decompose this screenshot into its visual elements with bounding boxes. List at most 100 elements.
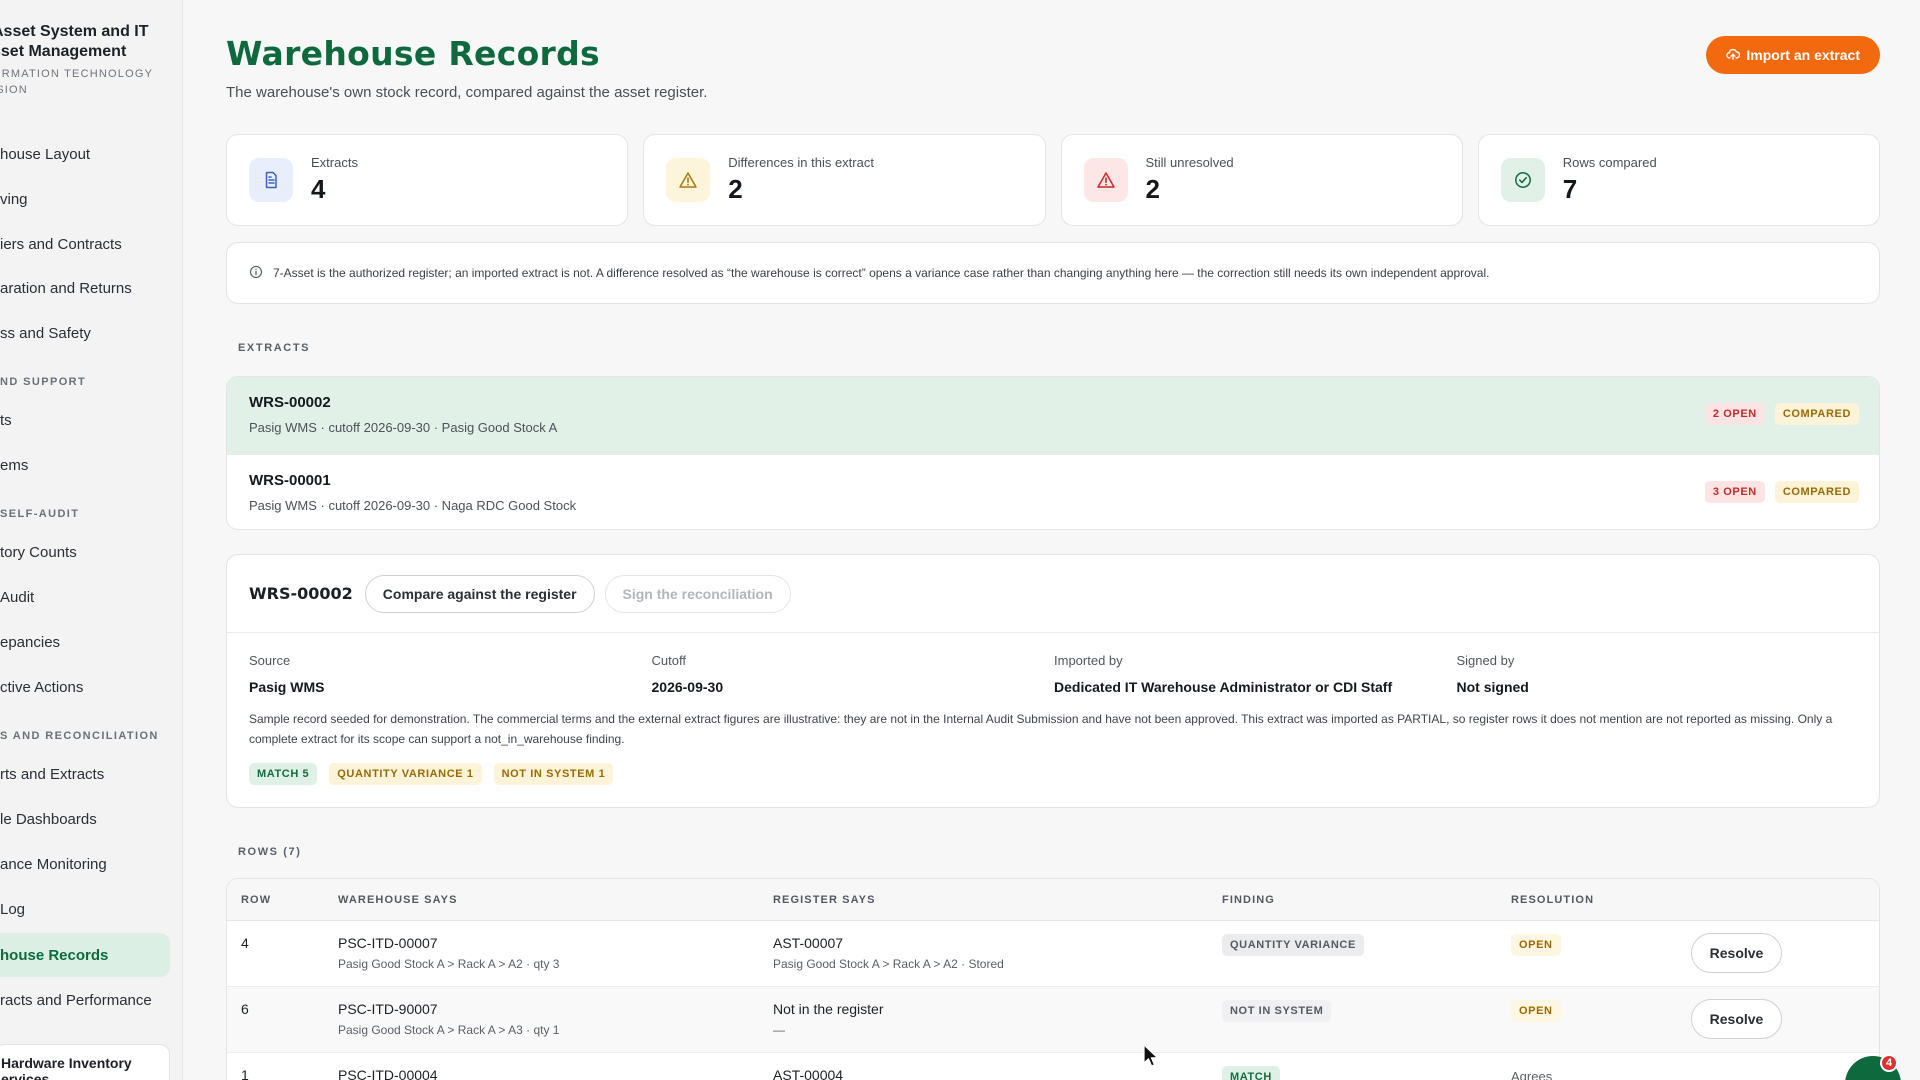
field-value: Dedicated IT Warehouse Administrator or …	[1054, 679, 1393, 695]
brand: Asset System and IT sset Management orma…	[0, 22, 182, 98]
stats-row: Extracts 4 Differences in this extract 2…	[226, 134, 1880, 226]
finding-badge: NOT IN SYSTEM	[1222, 1000, 1332, 1022]
sidebar-item-role-dashboards[interactable]: le Dashboards	[0, 797, 170, 841]
brand-subtitle-line-1: ormation technology	[0, 68, 154, 80]
table-row: 1 PSC-ITD-00004 AST-00004 MATCH Agrees	[227, 1053, 1879, 1080]
sidebar-item-inventory-counts[interactable]: tory Counts	[0, 530, 170, 574]
stat-card-rows-compared: Rows compared 7	[1477, 134, 1880, 226]
extract-row-wrs-00001[interactable]: WRS-00001 Pasig WMS · cutoff 2026-09-30 …	[227, 454, 1879, 529]
open-count-badge: 3 OPEN	[1704, 481, 1765, 503]
stat-label: Extracts	[311, 155, 358, 170]
import-extract-button[interactable]: Import an extract	[1706, 36, 1880, 74]
alert-icon	[1083, 158, 1128, 202]
sidebar-item-audit[interactable]: Audit	[0, 575, 170, 619]
finding-summary-badges: MATCH 5 QUANTITY VARIANCE 1 NOT IN SYSTE…	[249, 763, 614, 785]
warehouse-cell: PSC-ITD-00004	[338, 1067, 438, 1080]
register-cell: Not in the register —	[773, 1001, 884, 1037]
warehouse-item-location: Pasig Good Stock A > Rack A > A2 · qty 3	[338, 957, 560, 971]
sidebar-item-contracts-performance[interactable]: racts and Performance	[0, 978, 170, 1022]
detail-extract-id: WRS-00002	[249, 584, 353, 603]
stat-label: Differences in this extract	[728, 155, 874, 170]
register-asset-id: AST-00007	[773, 935, 844, 951]
sidebar-group-support: ND SUPPORT	[0, 376, 87, 388]
extract-row-wrs-00002[interactable]: WRS-00002 Pasig WMS · cutoff 2026-09-30 …	[227, 377, 1879, 454]
stat-label: Rows compared	[1562, 155, 1657, 170]
sidebar-item-corrective-actions[interactable]: ctive Actions	[0, 665, 170, 709]
sidebar-bottom-card-subtitle: ervices	[1, 1071, 50, 1080]
sidebar-item-reports-extracts[interactable]: rts and Extracts	[0, 752, 170, 796]
row-number: 4	[241, 935, 249, 951]
page-title: Warehouse Records	[226, 34, 600, 73]
table-row: 4 PSC-ITD-00007 Pasig Good Stock A > Rac…	[227, 921, 1879, 987]
warehouse-item-id: PSC-ITD-90007	[338, 1001, 438, 1017]
compare-register-button[interactable]: Compare against the register	[364, 574, 595, 613]
column-header-resolution: RESOLUTION	[1511, 894, 1595, 906]
upload-cloud-icon	[1726, 47, 1741, 64]
sidebar-group-reconciliation: S AND RECONCILIATION	[0, 730, 159, 742]
extract-id: WRS-00002	[249, 394, 331, 411]
status-badge: COMPARED	[1774, 481, 1859, 503]
sidebar-item-suppliers-contracts[interactable]: iers and Contracts	[0, 222, 170, 266]
register-asset-location: Pasig Good Stock A > Rack A > A2 · Store…	[773, 957, 1004, 971]
sidebar-item-compliance-monitoring[interactable]: ance Monitoring	[0, 842, 170, 886]
stat-value: 2	[728, 174, 743, 204]
status-badge: COMPARED	[1774, 403, 1859, 425]
resolve-button[interactable]: Resolve	[1691, 933, 1782, 973]
import-extract-label: Import an extract	[1746, 47, 1860, 63]
sidebar-item-requests[interactable]: ts	[0, 398, 170, 442]
register-asset-id: Not in the register	[773, 1001, 884, 1017]
warning-icon	[666, 158, 711, 202]
stat-value: 2	[1145, 174, 1160, 204]
sidebar-item-discrepancies[interactable]: epancies	[0, 620, 170, 664]
sidebar-bottom-card-title: Hardware Inventory	[1, 1055, 132, 1071]
table-header	[227, 879, 1879, 921]
sidebar: Asset System and IT sset Management orma…	[0, 0, 183, 1080]
sidebar-item-warehouse-layout[interactable]: house Layout	[0, 132, 170, 176]
register-asset-id: AST-00004	[773, 1067, 844, 1080]
sidebar-item-warehouse-records[interactable]: house Records	[0, 933, 170, 977]
not-in-system-badge: NOT IN SYSTEM 1	[493, 763, 614, 785]
resolution-cell: OPEN	[1511, 1000, 1561, 1022]
stat-card-extracts: Extracts 4	[226, 134, 629, 226]
detail-fields: Source Pasig WMS Cutoff 2026-09-30 Impor…	[249, 653, 1859, 695]
sign-reconciliation-button[interactable]: Sign the reconciliation	[604, 574, 791, 613]
finding-cell: MATCH	[1222, 1066, 1280, 1080]
detail-note: Sample record seeded for demonstration. …	[249, 712, 1833, 746]
warehouse-item-id: PSC-ITD-00007	[338, 935, 438, 951]
info-notice-text: 7-Asset is the authorized register; an i…	[273, 266, 1490, 280]
sidebar-item-preparation-returns[interactable]: aration and Returns	[0, 266, 170, 310]
register-cell: AST-00007 Pasig Good Stock A > Rack A > …	[773, 935, 1004, 971]
resolution-text: Agrees	[1511, 1069, 1553, 1080]
register-cell: AST-00004	[773, 1067, 843, 1080]
stat-card-unresolved: Still unresolved 2	[1060, 134, 1463, 226]
sidebar-item-access-safety[interactable]: ss and Safety	[0, 311, 170, 355]
finding-badge: QUANTITY VARIANCE	[1222, 934, 1364, 956]
field-value: Pasig WMS	[249, 679, 325, 695]
finding-cell: NOT IN SYSTEM	[1222, 1000, 1332, 1022]
match-count-badge: MATCH 5	[249, 763, 318, 785]
resolution-cell: OPEN	[1511, 934, 1561, 956]
resolve-button[interactable]: Resolve	[1691, 999, 1782, 1039]
stat-value: 7	[1562, 174, 1578, 204]
sidebar-item-log[interactable]: Log	[0, 887, 170, 931]
sidebar-bottom-card[interactable]: Hardware Inventory ervices	[0, 1044, 170, 1080]
page-subtitle: The warehouse's own stock record, compar…	[226, 84, 708, 101]
field-value: 2026-09-30	[651, 679, 724, 695]
extract-detail-header: WRS-00002 Compare against the register S…	[227, 555, 1879, 633]
table-row: 6 PSC-ITD-90007 Pasig Good Stock A > Rac…	[227, 987, 1879, 1053]
document-icon	[249, 158, 293, 202]
stat-value: 4	[311, 174, 326, 204]
field-cutoff: Cutoff 2026-09-30	[652, 653, 1055, 695]
info-notice: 7-Asset is the authorized register; an i…	[226, 242, 1880, 304]
brand-title-line-1: Asset System and IT	[0, 23, 149, 40]
field-label: Signed by	[1456, 653, 1515, 668]
extracts-section-label: EXTRACTS	[238, 342, 311, 354]
sidebar-item-receiving[interactable]: ving	[0, 177, 170, 221]
extract-meta: Pasig WMS · cutoff 2026-09-30 · Naga RDC…	[249, 498, 577, 513]
extract-detail-panel: WRS-00002 Compare against the register S…	[226, 554, 1880, 808]
column-header-warehouse: WAREHOUSE SAYS	[338, 894, 458, 906]
sidebar-item-problems[interactable]: ems	[0, 443, 170, 487]
row-number: 1	[241, 1067, 249, 1080]
field-imported-by: Imported by Dedicated IT Warehouse Admin…	[1054, 653, 1457, 695]
finding-cell: QUANTITY VARIANCE	[1222, 934, 1364, 956]
